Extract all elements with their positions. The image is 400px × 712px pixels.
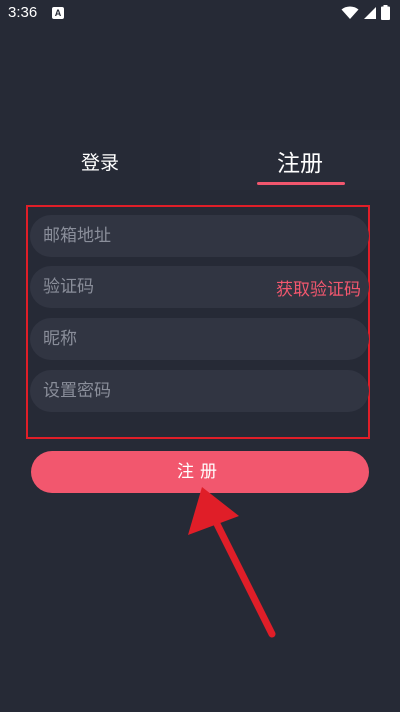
email-field[interactable] (30, 215, 369, 257)
verification-code-field[interactable]: 获取验证码 (30, 266, 369, 308)
get-code-button[interactable]: 获取验证码 (276, 275, 361, 300)
status-icons (341, 5, 390, 20)
tab-login-label: 登录 (80, 152, 119, 174)
email-input[interactable] (43, 215, 243, 257)
verification-code-input[interactable] (43, 266, 243, 308)
a-icon: A (52, 7, 64, 19)
nickname-field[interactable] (30, 318, 369, 360)
tab-login[interactable]: 登录 (0, 130, 200, 190)
tab-register[interactable]: 注册 (200, 130, 400, 190)
tab-register-label: 注册 (277, 151, 323, 177)
status-bar: 3:36 A (0, 0, 400, 28)
wifi-icon (341, 6, 359, 19)
password-input[interactable] (43, 370, 243, 412)
active-tab-indicator (257, 182, 345, 185)
auth-tabs: 登录 注册 (0, 130, 400, 190)
nickname-input[interactable] (43, 318, 243, 360)
signal-icon (364, 6, 376, 19)
password-field[interactable] (30, 370, 369, 412)
status-time: 3:36 (8, 4, 38, 21)
register-button[interactable]: 注册 (31, 451, 369, 493)
battery-icon (381, 5, 390, 20)
